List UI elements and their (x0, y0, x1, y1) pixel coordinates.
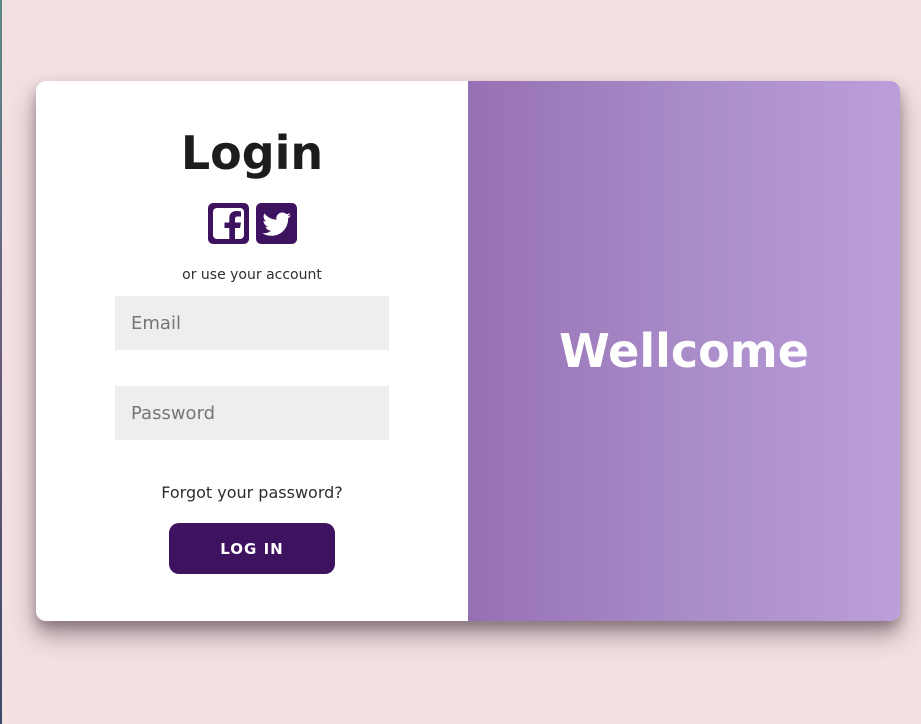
alternate-login-hint: or use your account (182, 267, 322, 283)
page-title: Login (180, 126, 324, 180)
forgot-password-link[interactable]: Forgot your password? (36, 483, 468, 502)
welcome-heading: Wellcome (559, 324, 809, 378)
login-form-panel: Login or use your account Forgot your pa… (36, 81, 468, 621)
twitter-login-button[interactable] (255, 203, 297, 244)
login-card: Login or use your account Forgot your pa… (36, 81, 900, 621)
welcome-panel: Wellcome (468, 81, 900, 621)
email-input[interactable] (115, 296, 389, 350)
password-input[interactable] (115, 386, 389, 440)
social-login-group (36, 203, 468, 244)
facebook-login-button[interactable] (207, 203, 249, 244)
left-edge-line (0, 0, 2, 724)
facebook-icon (212, 208, 244, 244)
twitter-icon (261, 212, 291, 236)
login-button[interactable]: LOG IN (169, 523, 335, 574)
